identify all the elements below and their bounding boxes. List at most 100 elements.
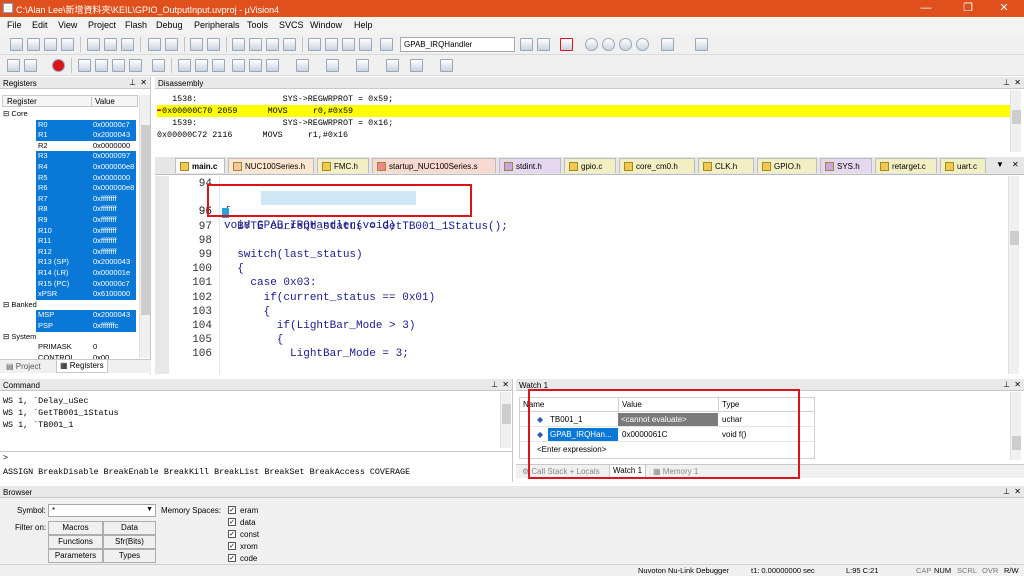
close-pane-icon[interactable]: ✕ xyxy=(502,380,509,389)
breakpoint-kill-icon[interactable] xyxy=(636,38,649,51)
eram-checkbox[interactable]: ✓ xyxy=(228,506,236,514)
tab-registers[interactable]: ▦ Registers xyxy=(56,360,108,373)
col-register[interactable]: Register xyxy=(7,97,37,106)
disassembly-window-icon[interactable] xyxy=(195,59,208,72)
menu-window[interactable]: Window xyxy=(310,20,342,30)
tab-startup-s[interactable]: startup_NUC100Series.s xyxy=(372,158,496,173)
uncomment-icon[interactable] xyxy=(359,38,372,51)
function-combo[interactable]: GPAB_IRQHandler xyxy=(400,37,515,52)
copy-icon[interactable] xyxy=(104,38,117,51)
comment-icon[interactable] xyxy=(342,38,355,51)
register-row[interactable]: R11 0xffffffff xyxy=(0,236,145,247)
register-row[interactable]: R3 0x0000097 xyxy=(0,151,145,162)
data-checkbox[interactable]: ✓ xyxy=(228,518,236,526)
register-row[interactable]: xPSR 0x6100000 xyxy=(0,289,145,300)
open-file-icon[interactable] xyxy=(27,38,40,51)
filter-functions-button[interactable]: Functions xyxy=(48,535,103,549)
command-input[interactable]: > xyxy=(0,451,512,465)
find-icon[interactable] xyxy=(520,38,533,51)
watch-scrollbar[interactable] xyxy=(1010,392,1021,460)
close-pane-icon[interactable]: ✕ xyxy=(140,78,147,87)
menu-debug[interactable]: Debug xyxy=(156,20,183,30)
register-row[interactable]: PSP 0xfffffffc xyxy=(0,321,145,332)
registers-scrollbar[interactable] xyxy=(139,95,150,358)
pin-icon[interactable]: ⊥ xyxy=(491,380,498,389)
register-row[interactable]: R15 (PC) 0x00000c7 xyxy=(0,278,145,290)
register-row[interactable]: R10 0xffffffff xyxy=(0,225,145,237)
pin-icon[interactable]: ⊥ xyxy=(1003,487,1010,496)
pin-icon[interactable]: ⊥ xyxy=(1003,380,1010,389)
run-icon[interactable] xyxy=(24,59,37,72)
close-button[interactable]: ✕ xyxy=(984,0,1024,17)
menu-flash[interactable]: Flash xyxy=(125,20,147,30)
breakpoint-insert-icon[interactable] xyxy=(585,38,598,51)
close-pane-icon[interactable]: ✕ xyxy=(1014,487,1021,496)
tab-uart-c[interactable]: uart.c xyxy=(940,158,986,173)
window-layout-icon[interactable] xyxy=(661,38,674,51)
xrom-checkbox[interactable]: ✓ xyxy=(228,542,236,550)
cut-icon[interactable] xyxy=(87,38,100,51)
new-file-icon[interactable] xyxy=(10,38,23,51)
minimize-button[interactable]: — xyxy=(906,0,946,17)
tab-list-dropdown-icon[interactable]: ▼ xyxy=(996,160,1004,169)
group-banked[interactable]: ⊟ Banked xyxy=(3,300,148,311)
register-row[interactable]: R2 0x0000000 xyxy=(0,141,145,152)
col-value[interactable]: Value xyxy=(91,97,115,106)
tab-fmc-h[interactable]: FMC.h xyxy=(317,158,369,173)
register-row[interactable]: R8 0xffffffff xyxy=(0,204,145,215)
pin-icon[interactable]: ⊥ xyxy=(1003,78,1010,87)
filter-sfr-bits-button[interactable]: Sfr(Bits) xyxy=(103,535,156,549)
nav-back-icon[interactable] xyxy=(190,38,203,51)
register-row[interactable]: R0 0x00000c7 xyxy=(0,119,145,131)
tab-nuc100series-h[interactable]: NUC100Series.h xyxy=(228,158,314,173)
show-next-statement-icon[interactable] xyxy=(152,59,165,72)
watch-window-icon[interactable] xyxy=(266,59,279,72)
register-row[interactable]: R9 0xffffffff xyxy=(0,215,145,226)
breakpoint-enable-icon[interactable] xyxy=(602,38,615,51)
run-to-cursor-icon[interactable] xyxy=(129,59,142,72)
redo-icon[interactable] xyxy=(165,38,178,51)
pin-icon[interactable]: ⊥ xyxy=(129,78,136,87)
step-out-icon[interactable] xyxy=(112,59,125,72)
save-icon[interactable] xyxy=(44,38,57,51)
filter-macros-button[interactable]: Macros xyxy=(48,521,103,535)
group-system[interactable]: ⊟ System xyxy=(3,332,148,343)
bookmark-prev-icon[interactable] xyxy=(249,38,262,51)
analysis-window-icon[interactable] xyxy=(356,59,369,72)
trace-window-icon[interactable] xyxy=(386,59,399,72)
menu-edit[interactable]: Edit xyxy=(32,20,48,30)
indent-icon[interactable] xyxy=(308,38,321,51)
unindent-icon[interactable] xyxy=(325,38,338,51)
menu-file[interactable]: File xyxy=(7,20,22,30)
stop-icon[interactable] xyxy=(52,59,65,72)
editor-scrollbar[interactable] xyxy=(1008,176,1019,374)
menu-view[interactable]: View xyxy=(58,20,77,30)
tab-main-c[interactable]: main.c xyxy=(175,158,225,173)
memory-window-icon[interactable] xyxy=(296,59,309,72)
command-window-icon[interactable] xyxy=(178,59,191,72)
menu-peripherals[interactable]: Peripherals xyxy=(194,20,240,30)
tab-core-cm0-h[interactable]: core_cm0.h xyxy=(619,158,695,173)
register-row[interactable]: R1 0x2000043 xyxy=(0,130,145,141)
register-row[interactable]: MSP 0x2000043 xyxy=(0,310,145,321)
group-core[interactable]: ⊟ Core xyxy=(3,109,148,120)
menu-svcs[interactable]: SVCS xyxy=(279,20,304,30)
step-into-icon[interactable] xyxy=(78,59,91,72)
disassembly-scrollbar[interactable] xyxy=(1010,90,1021,152)
undo-icon[interactable] xyxy=(148,38,161,51)
menu-project[interactable]: Project xyxy=(88,20,116,30)
symbol-combo[interactable]: * ▼ xyxy=(48,504,156,517)
register-row[interactable]: R12 0xffffffff xyxy=(0,246,145,258)
save-all-icon[interactable] xyxy=(61,38,74,51)
system-viewer-icon[interactable] xyxy=(410,59,423,72)
bookmark-icon[interactable] xyxy=(232,38,245,51)
register-row[interactable]: R14 (LR) 0x000001e xyxy=(0,268,145,279)
tab-gpio-c[interactable]: gpio.c xyxy=(564,158,616,173)
filter-data-button[interactable]: Data xyxy=(103,521,156,535)
tab-sys-h[interactable]: SYS.h xyxy=(820,158,872,173)
tab-gpio-h[interactable]: GPIO.h xyxy=(757,158,817,173)
close-pane-icon[interactable]: ✕ xyxy=(1014,78,1021,87)
find-in-files-icon[interactable] xyxy=(380,38,393,51)
tab-project[interactable]: ▤ Project xyxy=(3,361,44,373)
symbols-window-icon[interactable] xyxy=(212,59,225,72)
